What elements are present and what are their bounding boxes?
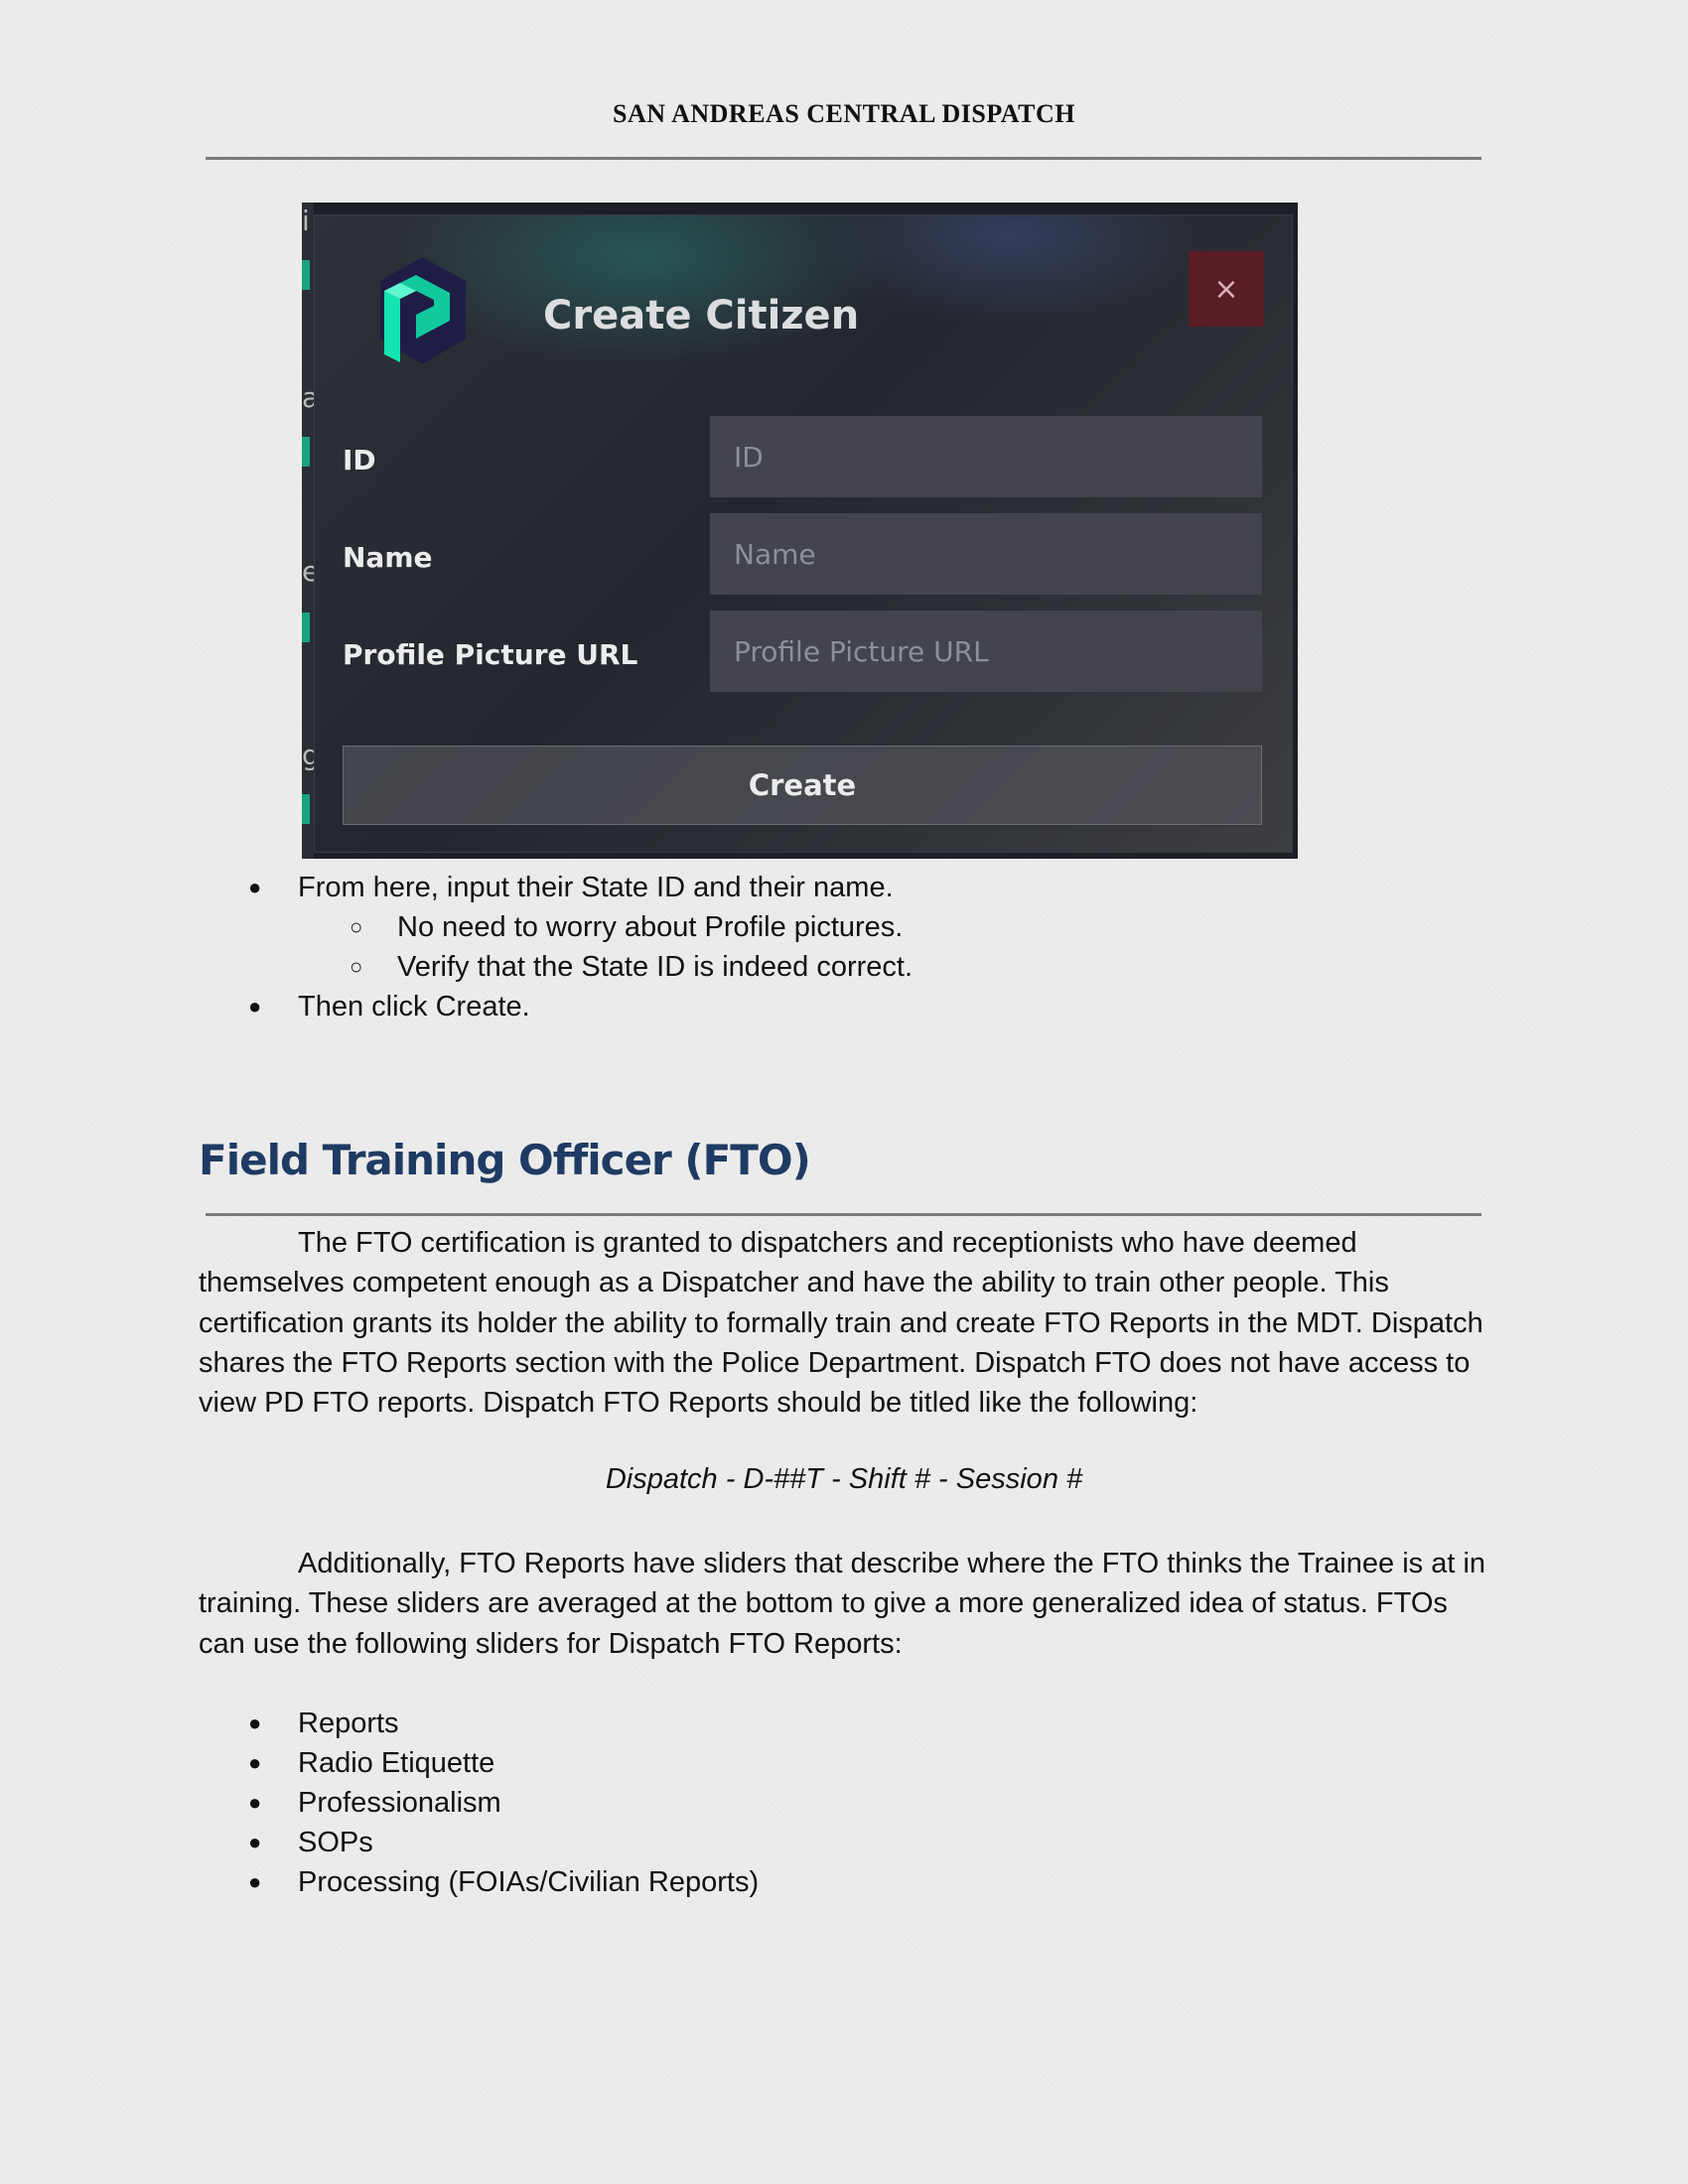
profile-picture-url-input[interactable]: Profile Picture URL — [710, 611, 1262, 692]
fto-paragraph-2: Additionally, FTO Reports have sliders t… — [199, 1548, 1486, 1660]
bullet-icon: ● — [248, 1710, 262, 1735]
bullet-icon: ● — [248, 875, 262, 899]
fto-paragraph-1: The FTO certification is granted to disp… — [199, 1227, 1483, 1420]
list-item: ● Processing (FOIAs/Civilian Reports) — [248, 1862, 759, 1902]
app-logo-icon — [380, 257, 466, 364]
list-item: ● From here, input their State ID and the… — [248, 868, 913, 907]
list-item: ● Then click Create. — [248, 987, 913, 1026]
header-divider — [206, 157, 1481, 160]
name-input[interactable]: Name — [710, 513, 1262, 595]
create-button[interactable]: Create — [343, 746, 1262, 825]
background-badge — [302, 613, 310, 642]
background-letter: i — [302, 205, 310, 237]
list-item: ● SOPs — [248, 1823, 759, 1862]
id-label: ID — [343, 444, 376, 477]
circle-bullet-icon: ○ — [350, 914, 363, 939]
steps-list: ● From here, input their State ID and the… — [248, 868, 913, 1026]
list-item: ● Reports — [248, 1704, 759, 1743]
name-label: Name — [343, 541, 433, 574]
list-item: ● Professionalism — [248, 1783, 759, 1823]
section-divider — [206, 1213, 1481, 1216]
background-badge — [302, 260, 310, 290]
background-badge — [302, 794, 310, 824]
create-citizen-screenshot: i a e g Create Citizen × ID ID Name Name… — [302, 203, 1298, 859]
bullet-icon: ● — [248, 1750, 262, 1775]
page-header: SAN ANDREAS CENTRAL DISPATCH — [613, 99, 1075, 128]
sliders-list: ● Reports ● Radio Etiquette ● Professionali… — [248, 1704, 759, 1902]
bullet-icon: ● — [248, 1790, 262, 1815]
circle-bullet-icon: ○ — [350, 954, 363, 979]
list-item: ○ Verify that the State ID is indeed corr… — [350, 947, 913, 987]
profile-picture-url-label: Profile Picture URL — [343, 638, 638, 671]
bullet-icon: ● — [248, 1869, 262, 1894]
close-button[interactable]: × — [1189, 251, 1264, 327]
list-item: ● Radio Etiquette — [248, 1743, 759, 1783]
bullet-icon: ● — [248, 1830, 262, 1854]
id-input[interactable]: ID — [710, 416, 1262, 497]
close-icon: × — [1213, 271, 1239, 307]
create-citizen-dialog: Create Citizen × ID ID Name Name Profile… — [314, 214, 1293, 853]
dialog-title: Create Citizen — [543, 293, 860, 339]
bullet-icon: ● — [248, 994, 262, 1019]
background-panel: i a e g — [302, 203, 320, 859]
report-title-format: Dispatch - D-##T - Shift # - Session # — [605, 1463, 1083, 1495]
section-heading: Field Training Officer (FTO) — [199, 1136, 811, 1184]
list-item: ○ No need to worry about Profile pictures… — [350, 907, 913, 947]
background-badge — [302, 437, 310, 467]
